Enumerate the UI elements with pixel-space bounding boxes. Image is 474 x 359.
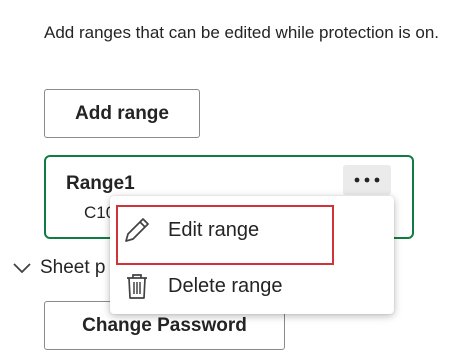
more-icon [354, 177, 380, 183]
trash-icon [122, 271, 152, 301]
menu-item-delete-range[interactable]: Delete range [110, 261, 394, 311]
sheet-section-label: Sheet p [40, 257, 106, 278]
description-text: Add ranges that can be edited while prot… [44, 23, 440, 42]
add-range-button[interactable]: Add range [44, 89, 200, 138]
sheet-section-header[interactable]: Sheet p [12, 257, 106, 279]
range-name: Range1 [66, 173, 135, 194]
pencil-icon [122, 215, 152, 245]
range-context-menu: Edit range Delete range [110, 196, 394, 314]
menu-item-label: Edit range [168, 218, 260, 241]
menu-item-edit-range[interactable]: Edit range [110, 205, 394, 255]
menu-item-label: Delete range [168, 274, 283, 297]
more-options-button[interactable] [343, 165, 391, 195]
chevron-down-icon [13, 263, 31, 274]
